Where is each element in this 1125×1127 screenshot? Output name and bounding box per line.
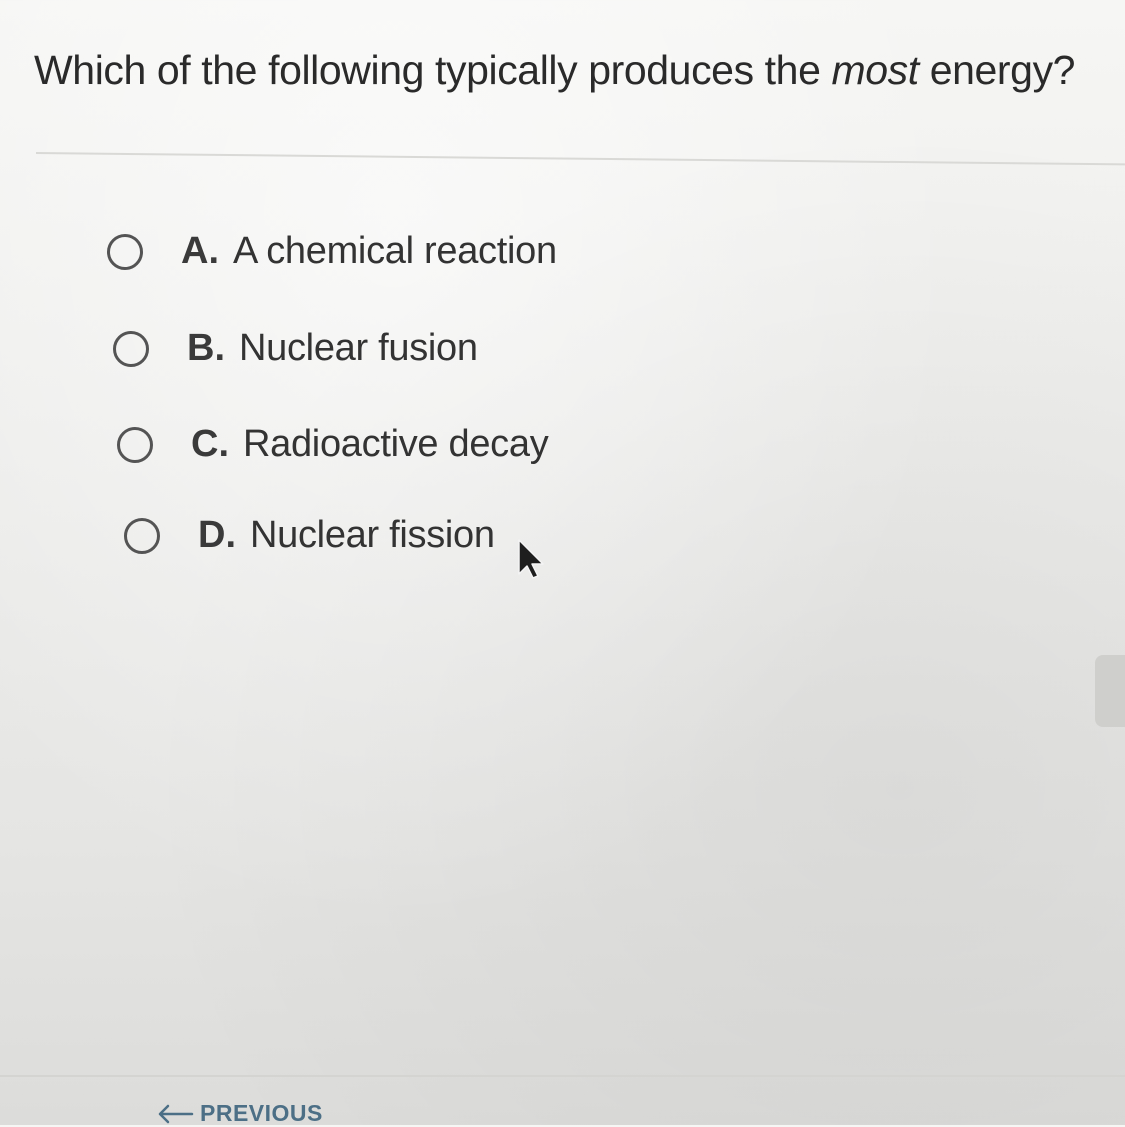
question-text-end: energy? — [918, 47, 1076, 93]
arrow-left-icon — [158, 1104, 194, 1123]
option-letter: D. — [198, 514, 236, 556]
option-b[interactable]: B. Nuclear fusion — [113, 327, 478, 370]
mouse-pointer-icon — [518, 539, 544, 579]
scrollbar-thumb[interactable] — [1095, 655, 1125, 727]
option-label: Nuclear fusion — [239, 327, 478, 369]
previous-label: PREVIOUS — [200, 1100, 323, 1126]
option-d[interactable]: D. Nuclear fission — [124, 514, 495, 557]
option-c[interactable]: C. Radioactive decay — [117, 423, 549, 466]
radio-button-d[interactable] — [124, 517, 160, 554]
radio-button-b[interactable] — [113, 330, 149, 367]
option-letter: C. — [191, 423, 229, 465]
option-a[interactable]: A. A chemical reaction — [107, 230, 557, 273]
question-divider — [35, 152, 1125, 166]
previous-button[interactable]: PREVIOUS — [156, 1100, 323, 1127]
option-letter: A. — [181, 230, 219, 272]
option-label: Radioactive decay — [243, 423, 549, 465]
radio-button-a[interactable] — [107, 233, 143, 270]
question-emphasis: most — [831, 47, 919, 93]
option-label: A chemical reaction — [233, 230, 557, 272]
question-text-start: Which of the following typically produce… — [34, 47, 832, 93]
radio-button-c[interactable] — [117, 426, 153, 463]
option-label: Nuclear fission — [250, 514, 495, 556]
footer-divider — [0, 1075, 1125, 1077]
question-text: Which of the following typically produce… — [34, 40, 1094, 100]
quiz-screen: Which of the following typically produce… — [0, 0, 1125, 1127]
option-letter: B. — [187, 327, 225, 369]
